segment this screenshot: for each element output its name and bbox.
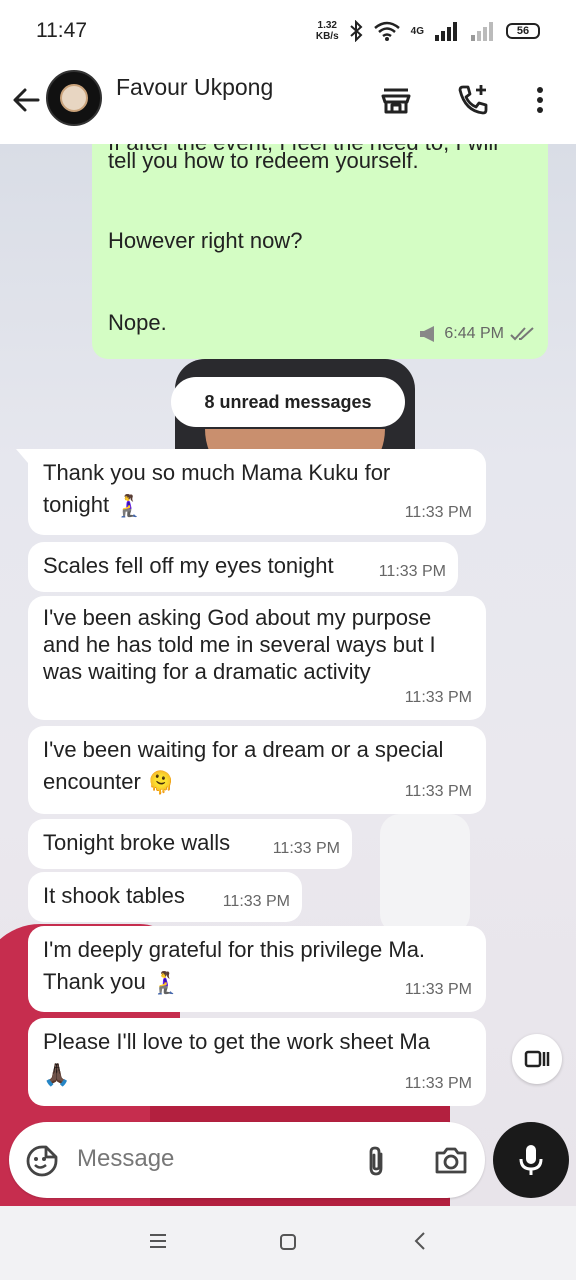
message-line: tonight	[43, 492, 110, 517]
status-bar: 11:47 1.32 KB/s 4G 56	[0, 0, 576, 62]
incoming-message[interactable]: I've been asking God about my purpose an…	[28, 596, 486, 720]
message-line: tell you how to redeem yourself.	[108, 148, 419, 173]
message-composer: Message	[9, 1122, 485, 1198]
sticker-icon[interactable]	[25, 1144, 59, 1178]
incoming-message[interactable]: Thank you so much Mama Kuku for tonight …	[16, 449, 486, 535]
paperclip-icon[interactable]	[361, 1144, 391, 1178]
add-call-icon[interactable]	[455, 82, 491, 118]
message-time: 11:33 PM	[404, 1075, 472, 1092]
message-time: 11:33 PM	[378, 563, 446, 580]
message-time: 11:33 PM	[404, 689, 472, 706]
message-line: Please I'll love to get the work sheet M…	[43, 1029, 430, 1054]
battery-level: 56	[516, 25, 530, 37]
arrow-left-icon[interactable]	[10, 84, 42, 116]
message-time: 11:33 PM	[222, 893, 290, 910]
avatar-photo	[60, 84, 88, 112]
mic-button[interactable]	[493, 1122, 569, 1198]
clock: 11:47	[36, 19, 87, 42]
chat-area[interactable]: If after the event, I feel the need to, …	[0, 144, 576, 1206]
back-nav-icon[interactable]	[410, 1230, 430, 1252]
scroll-to-bottom-button[interactable]	[512, 1034, 562, 1084]
message-time: 6:44 PM	[444, 325, 504, 342]
system-nav-bar	[0, 1206, 576, 1280]
incoming-message[interactable]: I'm deeply grateful for this privilege M…	[28, 926, 486, 1012]
store-icon[interactable]	[378, 82, 414, 118]
message-input[interactable]: Message	[77, 1145, 174, 1173]
message-line: encounter	[43, 769, 141, 794]
message-line: was waiting for a dramatic activity	[43, 659, 371, 684]
camera-icon[interactable]	[433, 1144, 469, 1176]
kneeling-woman-emoji: 🧎‍♀️	[151, 970, 180, 996]
message-time: 11:33 PM	[404, 981, 472, 998]
chat-header: Favour Ukpong	[0, 62, 576, 144]
network-speed-value: 1.32	[317, 20, 337, 31]
message-line: I'm deeply grateful for this privilege M…	[43, 937, 426, 962]
outgoing-message[interactable]: If after the event, I feel the need to, …	[92, 144, 548, 359]
message-line: and he has told me in several ways but I	[43, 632, 436, 657]
status-icons: 1.32 KB/s 4G 56	[316, 20, 540, 42]
signal-icon	[435, 22, 457, 41]
network-speed-unit: KB/s	[315, 31, 339, 42]
folded-hands-emoji: 🙏🏿	[43, 1062, 71, 1088]
contact-name[interactable]: Favour Ukpong	[116, 74, 273, 101]
message-time: 11:33 PM	[272, 840, 340, 857]
message-meta: 6:44 PM	[418, 319, 536, 349]
incoming-message[interactable]: Please I'll love to get the work sheet M…	[28, 1018, 486, 1106]
message-line: Thank you	[43, 969, 146, 994]
home-icon[interactable]	[278, 1232, 298, 1252]
message-time: 11:33 PM	[404, 783, 472, 800]
panel-icon	[524, 1050, 550, 1068]
message-line: I've been asking God about my purpose	[43, 605, 432, 630]
incoming-message[interactable]: I've been waiting for a dream or a speci…	[28, 726, 486, 814]
incoming-message[interactable]: Tonight broke walls 11:33 PM	[28, 819, 352, 869]
network-type: 4G	[410, 25, 424, 37]
message-line: However right now?	[108, 228, 303, 253]
message-line: I've been waiting for a dream or a speci…	[43, 737, 444, 762]
megaphone-icon	[420, 326, 435, 342]
wallpaper-arm	[380, 814, 470, 934]
wifi-icon	[373, 21, 400, 41]
avatar[interactable]	[46, 70, 102, 126]
bluetooth-icon	[349, 20, 363, 42]
double-check-icon	[510, 327, 534, 341]
signal-weak-icon	[471, 22, 493, 41]
message-line: Nope.	[108, 310, 167, 335]
message-time: 11:33 PM	[404, 504, 472, 521]
network-speed: 1.32 KB/s	[316, 20, 339, 42]
incoming-message[interactable]: It shook tables 11:33 PM	[28, 872, 302, 922]
battery-indicator: 56	[506, 23, 540, 39]
incoming-message[interactable]: Scales fell off my eyes tonight 11:33 PM	[28, 542, 458, 592]
message-line: Thank you so much Mama Kuku for	[43, 460, 391, 485]
menu-icon[interactable]	[148, 1232, 168, 1250]
kneeling-woman-emoji: 🧎‍♀️	[115, 493, 143, 519]
bubble-tail	[16, 449, 28, 463]
melting-face-emoji: 🫠	[146, 770, 175, 796]
more-vertical-icon[interactable]	[522, 82, 558, 118]
unread-messages-badge: 8 unread messages	[171, 377, 405, 427]
microphone-icon	[519, 1145, 543, 1175]
